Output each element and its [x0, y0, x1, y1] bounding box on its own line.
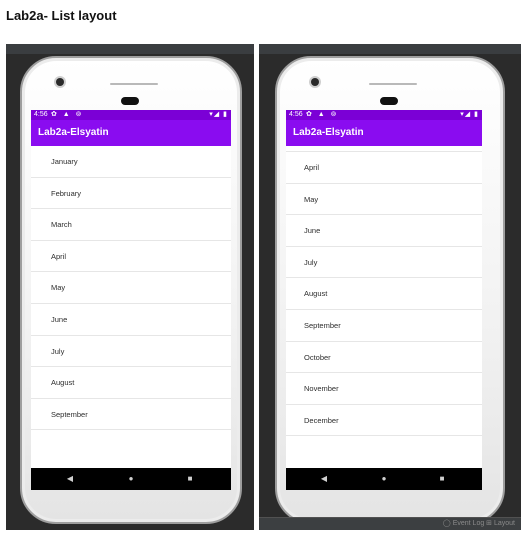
phone-frame: 4:56 ✿ ▲ ⊚ ▾◢ ▮ Lab2a-Elsyatin January F… — [20, 56, 242, 524]
list-item-december[interactable]: December — [286, 405, 482, 437]
list-item-april[interactable]: April — [31, 241, 231, 273]
navigation-bar: ◀ ● ■ — [286, 468, 482, 490]
signal-battery-icons: ▾◢ ▮ — [460, 111, 479, 118]
notification-icons: ✿ ▲ ⊚ — [51, 111, 84, 118]
status-bar: 4:56 ✿ ▲ ⊚ ▾◢ ▮ — [286, 110, 482, 120]
signal-battery-icons: ▾◢ ▮ — [209, 111, 228, 118]
app-title: Lab2a-Elsyatin — [38, 127, 109, 138]
status-bar: 4:56 ✿ ▲ ⊚ ▾◢ ▮ — [31, 110, 231, 120]
emulator-toolbar — [259, 44, 521, 54]
status-time: 4:56 — [34, 111, 48, 118]
phone-frame: 4:56 ✿ ▲ ⊚ ▾◢ ▮ Lab2a-Elsyatin April May… — [275, 56, 505, 524]
recents-icon[interactable]: ■ — [431, 468, 453, 490]
app-bar: Lab2a-Elsyatin — [31, 120, 231, 146]
earpiece — [380, 97, 398, 105]
back-icon[interactable]: ◀ — [59, 468, 81, 490]
ide-status-text: ◯ Event Log ⊞ Layout — [442, 520, 515, 527]
list-item-june[interactable]: June — [286, 215, 482, 247]
list-item-february[interactable]: February — [31, 178, 231, 210]
status-time: 4:56 — [289, 111, 303, 118]
home-icon[interactable]: ● — [120, 468, 142, 490]
notification-icons: ✿ ▲ ⊚ — [306, 111, 339, 118]
camera-icon — [311, 78, 319, 86]
phone-screen: 4:56 ✿ ▲ ⊚ ▾◢ ▮ Lab2a-Elsyatin April May… — [286, 110, 482, 468]
back-icon[interactable]: ◀ — [313, 468, 335, 490]
list-item-august[interactable]: August — [31, 367, 231, 399]
emulator-toolbar — [6, 44, 254, 54]
list-item-july[interactable]: July — [286, 247, 482, 279]
home-icon[interactable]: ● — [373, 468, 395, 490]
app-title: Lab2a-Elsyatin — [293, 127, 364, 138]
speaker-grille — [110, 83, 158, 85]
phone-screen: 4:56 ✿ ▲ ⊚ ▾◢ ▮ Lab2a-Elsyatin January F… — [31, 110, 231, 468]
list-item-may[interactable]: May — [286, 184, 482, 216]
ide-status-strip: ◯ Event Log ⊞ Layout — [259, 517, 521, 530]
camera-icon — [56, 78, 64, 86]
list-item-october[interactable]: October — [286, 342, 482, 374]
emulator-panel-left: 4:56 ✿ ▲ ⊚ ▾◢ ▮ Lab2a-Elsyatin January F… — [6, 44, 254, 530]
list-item-march[interactable]: March — [31, 209, 231, 241]
list-item-may[interactable]: May — [31, 272, 231, 304]
recents-icon[interactable]: ■ — [179, 468, 201, 490]
list-item-september[interactable]: September — [286, 310, 482, 342]
list-item-april[interactable]: April — [286, 152, 482, 184]
month-list[interactable]: January February March April May June Ju… — [31, 146, 231, 468]
list-item-august[interactable]: August — [286, 278, 482, 310]
document-title: Lab2a- List layout — [6, 8, 117, 23]
list-item-november[interactable]: November — [286, 373, 482, 405]
earpiece — [121, 97, 139, 105]
list-item-september[interactable]: September — [31, 399, 231, 431]
list-item-january[interactable]: January — [31, 146, 231, 178]
list-item-july[interactable]: July — [31, 336, 231, 368]
app-bar: Lab2a-Elsyatin — [286, 120, 482, 146]
speaker-grille — [369, 83, 417, 85]
month-list[interactable]: April May June July August September Oct… — [286, 146, 482, 468]
emulator-panel-right: 4:56 ✿ ▲ ⊚ ▾◢ ▮ Lab2a-Elsyatin April May… — [259, 44, 521, 530]
navigation-bar: ◀ ● ■ — [31, 468, 231, 490]
list-item-june[interactable]: June — [31, 304, 231, 336]
